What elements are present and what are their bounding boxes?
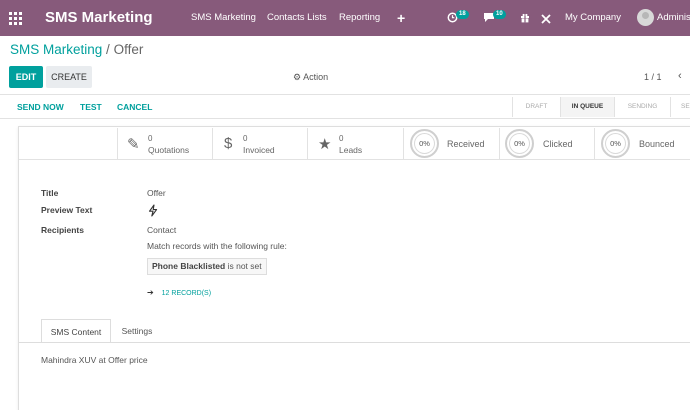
breadcrumb: SMS Marketing / Offer xyxy=(10,42,143,57)
clicked-percentage-ring: 0% xyxy=(505,129,534,158)
clicked-label: Clicked xyxy=(543,139,573,149)
cancel-button[interactable]: CANCEL xyxy=(117,102,152,112)
app-brand[interactable]: SMS Marketing xyxy=(45,0,153,36)
clicked-stat-button[interactable]: 0% Clicked xyxy=(499,128,594,159)
breadcrumb-current: Offer xyxy=(113,42,144,57)
rule-description: Match records with the following rule: xyxy=(147,241,287,251)
menu-sms-marketing[interactable]: SMS Marketing xyxy=(191,0,256,36)
divider xyxy=(19,159,690,160)
star-icon: ★ xyxy=(318,136,332,153)
recipients-label: Recipients xyxy=(41,225,84,235)
quotations-stat-button[interactable]: ✎ 0 Quotations xyxy=(117,128,212,159)
preview-text-label: Preview Text xyxy=(41,205,93,215)
dollar-icon: $ xyxy=(224,135,233,152)
title-label: Title xyxy=(41,188,59,198)
bounced-label: Bounced xyxy=(639,139,675,149)
leads-stat-button[interactable]: ★ 0 Leads xyxy=(307,128,403,159)
gift-icon[interactable] xyxy=(520,0,531,36)
records-link[interactable]: ➔ 12 RECORD(S) xyxy=(147,288,211,297)
debug-tools-icon[interactable] xyxy=(541,0,552,36)
received-label: Received xyxy=(447,139,485,149)
gear-icon: ⚙ xyxy=(293,72,302,82)
messages-chat-icon[interactable] xyxy=(483,0,495,36)
leads-count: 0 xyxy=(339,134,344,143)
user-avatar[interactable] xyxy=(637,9,654,26)
records-count: 12 RECORD(S) xyxy=(161,290,212,297)
activity-count-badge: 18 xyxy=(456,10,469,19)
recipients-field[interactable]: Contact xyxy=(147,225,176,235)
pager-value[interactable]: 1 / 1 xyxy=(644,72,662,82)
tab-sms-content[interactable]: SMS Content xyxy=(41,319,111,343)
domain-rule-box[interactable]: Phone Blacklisted is not set xyxy=(147,258,267,275)
breadcrumb-separator: / xyxy=(106,42,110,57)
quotations-count: 0 xyxy=(148,134,153,143)
quotations-label: Quotations xyxy=(148,145,190,155)
divider xyxy=(0,118,690,119)
invoiced-amount: 0 xyxy=(243,134,248,143)
lightning-bolt-icon[interactable] xyxy=(147,204,159,219)
stage-sending[interactable]: SENDING xyxy=(614,97,670,117)
divider xyxy=(0,94,690,95)
tab-divider xyxy=(19,342,690,343)
user-menu[interactable]: Administrator xyxy=(657,0,690,36)
apps-grid-icon[interactable] xyxy=(9,0,23,36)
title-field[interactable]: Offer xyxy=(147,188,166,198)
rule-operator: is not set xyxy=(227,261,262,271)
pencil-icon: ✎ xyxy=(127,136,140,153)
bounced-percentage-ring: 0% xyxy=(601,129,630,158)
invoiced-stat-button[interactable]: $ 0 Invoiced xyxy=(212,128,307,159)
stage-draft[interactable]: DRAFT xyxy=(512,97,560,117)
form-sheet xyxy=(18,126,690,410)
action-menu-label: Action xyxy=(303,72,329,82)
sms-content-body[interactable]: Mahindra XUV at Offer price xyxy=(41,355,148,365)
received-percentage-ring: 0% xyxy=(410,129,439,158)
edit-button[interactable]: EDIT xyxy=(9,66,43,88)
create-button[interactable]: CREATE xyxy=(46,66,92,88)
leads-label: Leads xyxy=(339,145,363,155)
pager-previous-icon[interactable]: ‹ xyxy=(678,70,682,82)
top-navbar: SMS Marketing SMS Marketing Contacts Lis… xyxy=(0,0,690,36)
company-switcher[interactable]: My Company xyxy=(565,0,621,36)
action-menu[interactable]: ⚙ Action xyxy=(293,72,328,83)
send-now-button[interactable]: SEND NOW xyxy=(17,102,64,112)
breadcrumb-parent[interactable]: SMS Marketing xyxy=(10,42,102,57)
received-stat-button[interactable]: 0% Received xyxy=(403,128,499,159)
tab-settings[interactable]: Settings xyxy=(111,319,163,343)
invoiced-label: Invoiced xyxy=(243,145,275,155)
stage-sent[interactable]: SENT xyxy=(670,97,690,117)
arrow-right-icon: ➔ xyxy=(147,288,154,297)
quick-create-plus-icon[interactable]: + xyxy=(397,0,405,36)
rule-field-name: Phone Blacklisted xyxy=(152,261,226,271)
menu-reporting[interactable]: Reporting xyxy=(339,0,380,36)
bounced-stat-button[interactable]: 0% Bounced xyxy=(594,128,690,159)
menu-contacts-lists[interactable]: Contacts Lists xyxy=(267,0,327,36)
message-count-badge: 10 xyxy=(493,10,506,19)
stage-in-queue[interactable]: IN QUEUE xyxy=(560,97,614,117)
test-button[interactable]: TEST xyxy=(80,102,102,112)
